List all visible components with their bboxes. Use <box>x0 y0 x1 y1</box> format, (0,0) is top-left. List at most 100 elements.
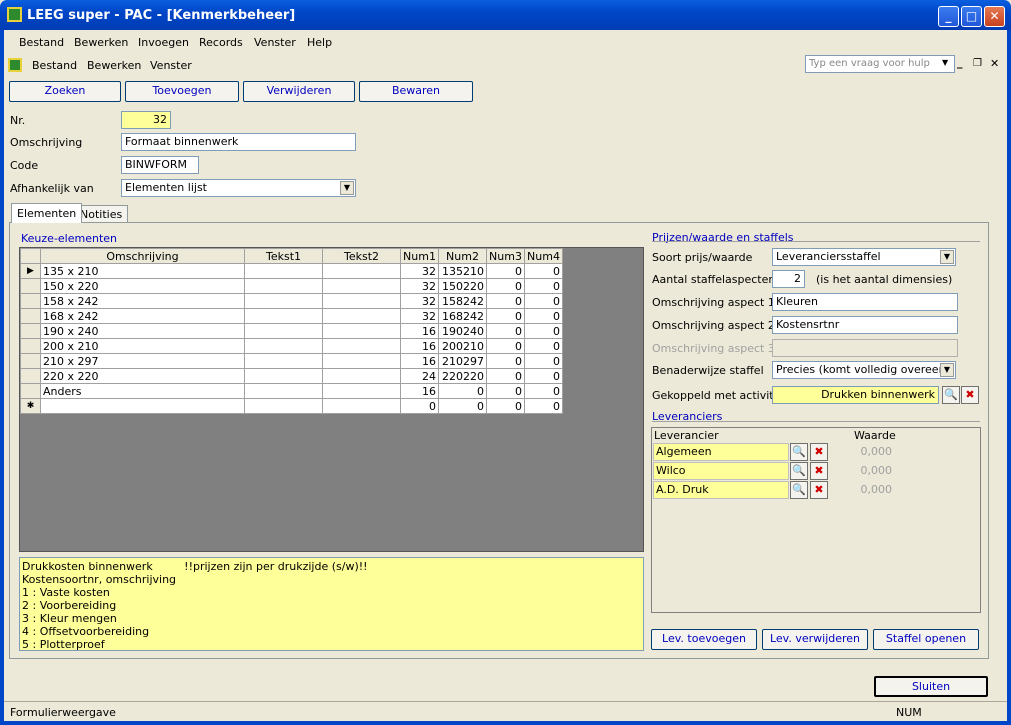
table-row[interactable]: 200 x 210 16 200210 0 0 <box>20 338 563 354</box>
close-icon[interactable]: ✕ <box>984 6 1005 27</box>
table-cell[interactable] <box>244 353 323 369</box>
table-cell[interactable]: 0 <box>486 308 525 324</box>
table-cell[interactable]: 0 <box>438 398 487 414</box>
table-cell[interactable] <box>322 293 401 309</box>
sluiten-button[interactable]: Sluiten <box>874 676 988 697</box>
chevron-down-icon[interactable]: ▼ <box>940 250 954 264</box>
table-cell[interactable]: 200 x 210 <box>40 338 245 354</box>
verwijderen-button[interactable]: Verwijderen <box>243 81 355 102</box>
search-icon[interactable]: 🔍 <box>790 443 808 461</box>
table-cell[interactable] <box>322 383 401 399</box>
table-cell[interactable] <box>322 338 401 354</box>
table-row[interactable]: ✱ 0 0 0 0 <box>20 398 563 414</box>
table-cell[interactable] <box>244 383 323 399</box>
table-cell[interactable]: 0 <box>524 308 563 324</box>
doc-close-icon[interactable]: ✕ <box>990 57 999 70</box>
table-cell[interactable]: 24 <box>400 368 439 384</box>
code-field[interactable]: BINWFORM <box>121 156 199 174</box>
chevron-down-icon[interactable]: ▼ <box>340 181 354 195</box>
row-selector[interactable] <box>20 278 41 294</box>
row-selector[interactable] <box>20 308 41 324</box>
table-cell[interactable] <box>244 368 323 384</box>
table-cell[interactable]: 32 <box>400 278 439 294</box>
table-cell[interactable]: 32 <box>400 293 439 309</box>
lev-verwijderen-button[interactable]: Lev. verwijderen <box>762 629 868 650</box>
table-cell[interactable]: 220220 <box>438 368 487 384</box>
menu-invoegen[interactable]: Invoegen <box>138 36 189 49</box>
search-icon[interactable]: 🔍 <box>942 386 960 404</box>
delete-icon[interactable]: ✖ <box>810 481 828 499</box>
table-cell[interactable]: 0 <box>524 353 563 369</box>
table-cell[interactable]: 0 <box>486 323 525 339</box>
menu2-bestand[interactable]: Bestand <box>32 59 77 72</box>
menu-records[interactable]: Records <box>199 36 243 49</box>
keuze-table[interactable]: Omschrijving Tekst1 Tekst2 Num1 Num2 Num3 Num4… <box>20 248 563 414</box>
staffel-openen-button[interactable]: Staffel openen <box>873 629 979 650</box>
column-header[interactable]: Omschrijving <box>40 248 245 264</box>
tab-elementen[interactable]: Elementen <box>11 203 83 223</box>
table-cell[interactable]: 0 <box>486 263 525 279</box>
maximize-icon[interactable]: □ <box>961 6 982 27</box>
row-selector[interactable] <box>20 353 41 369</box>
table-cell[interactable]: 16 <box>400 323 439 339</box>
table-cell[interactable]: 168242 <box>438 308 487 324</box>
table-cell[interactable]: 158242 <box>438 293 487 309</box>
doc-restore-icon[interactable]: ❐ <box>973 58 982 69</box>
table-cell[interactable] <box>244 308 323 324</box>
table-cell[interactable]: 0 <box>524 278 563 294</box>
current-record-icon[interactable]: ▶ <box>20 263 41 279</box>
table-cell[interactable]: 0 <box>486 353 525 369</box>
menu2-venster[interactable]: Venster <box>150 59 192 72</box>
table-cell[interactable]: 190240 <box>438 323 487 339</box>
menu-bewerken[interactable]: Bewerken <box>74 36 128 49</box>
leverancier-name[interactable]: Algemeen <box>653 443 789 461</box>
keuze-grid[interactable]: Omschrijving Tekst1 Tekst2 Num1 Num2 Num3 Num4… <box>19 247 644 552</box>
table-row[interactable]: 190 x 240 16 190240 0 0 <box>20 323 563 339</box>
row-selector[interactable] <box>20 383 41 399</box>
doc-minimize-icon[interactable]: _ <box>957 56 963 69</box>
leverancier-name[interactable]: A.D. Druk <box>653 481 789 499</box>
zoeken-button[interactable]: Zoeken <box>9 81 121 102</box>
search-icon[interactable]: 🔍 <box>790 481 808 499</box>
table-cell[interactable]: 0 <box>486 368 525 384</box>
table-cell[interactable] <box>244 263 323 279</box>
table-cell[interactable] <box>244 278 323 294</box>
gekoppeld-field[interactable]: Drukken binnenwerk <box>772 386 939 404</box>
table-cell[interactable]: 32 <box>400 263 439 279</box>
table-cell[interactable]: 0 <box>486 398 525 414</box>
table-cell[interactable]: 150220 <box>438 278 487 294</box>
benader-select[interactable]: Precies (komt volledig overeen) ▼ <box>772 361 956 379</box>
menu-bestand[interactable]: Bestand <box>19 36 64 49</box>
table-cell[interactable]: 168 x 242 <box>40 308 245 324</box>
table-cell[interactable]: 0 <box>524 398 563 414</box>
chevron-down-icon[interactable]: ▼ <box>940 363 954 377</box>
table-cell[interactable]: 200210 <box>438 338 487 354</box>
table-cell[interactable]: 0 <box>524 323 563 339</box>
minimize-icon[interactable]: _ <box>938 6 959 27</box>
table-cell[interactable]: 150 x 220 <box>40 278 245 294</box>
table-cell[interactable] <box>322 263 401 279</box>
table-row[interactable]: 158 x 242 32 158242 0 0 <box>20 293 563 309</box>
table-row[interactable]: 150 x 220 32 150220 0 0 <box>20 278 563 294</box>
search-icon[interactable]: 🔍 <box>790 462 808 480</box>
menu-help[interactable]: Help <box>307 36 332 49</box>
table-cell[interactable]: 32 <box>400 308 439 324</box>
table-cell[interactable] <box>244 398 323 414</box>
menu-venster[interactable]: Venster <box>254 36 296 49</box>
menu2-bewerken[interactable]: Bewerken <box>87 59 141 72</box>
help-search-input[interactable]: Typ een vraag voor hulp <box>805 55 955 73</box>
table-cell[interactable]: 190 x 240 <box>40 323 245 339</box>
soort-select[interactable]: Leveranciersstaffel ▼ <box>772 248 956 266</box>
table-cell[interactable]: 0 <box>524 368 563 384</box>
table-cell[interactable] <box>322 368 401 384</box>
afhankelijk-select[interactable]: Elementen lijst ▼ <box>121 179 356 197</box>
table-cell[interactable]: 0 <box>524 263 563 279</box>
table-cell[interactable]: 0 <box>486 293 525 309</box>
column-header[interactable]: Num3 <box>486 248 525 264</box>
column-header[interactable]: Tekst1 <box>244 248 323 264</box>
delete-icon[interactable]: ✖ <box>810 443 828 461</box>
table-row[interactable]: Anders 16 0 0 0 <box>20 383 563 399</box>
table-cell[interactable]: 158 x 242 <box>40 293 245 309</box>
aspect1-field[interactable]: Kleuren <box>772 293 958 311</box>
table-cell[interactable] <box>244 323 323 339</box>
